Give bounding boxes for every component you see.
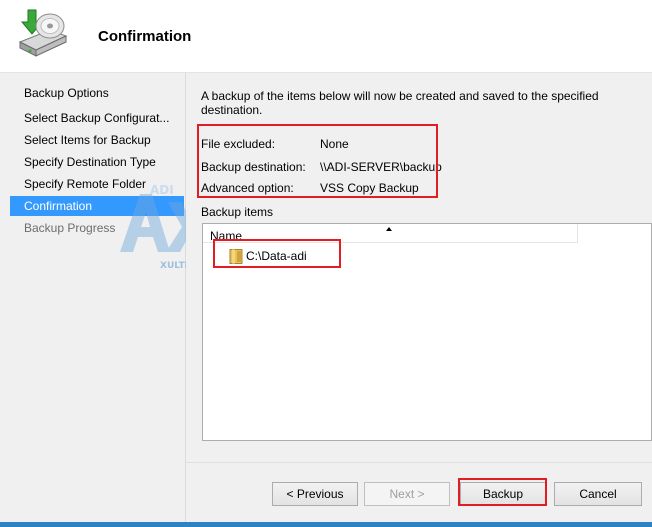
wizard-steps-sidebar: Backup Options Select Backup Configurat.… bbox=[0, 72, 186, 527]
previous-button[interactable]: < Previous bbox=[272, 482, 358, 506]
summary-key: Advanced option: bbox=[201, 181, 294, 195]
window-bottom-border bbox=[0, 522, 652, 527]
sort-ascending-icon bbox=[386, 227, 392, 231]
page-title: Confirmation bbox=[98, 28, 192, 45]
sidebar-item-select-backup-configuration[interactable]: Select Backup Configurat... bbox=[10, 108, 184, 128]
backup-disk-icon bbox=[18, 9, 68, 57]
sidebar-item-backup-progress: Backup Progress bbox=[24, 221, 116, 235]
wizard-footer: < Previous Next > Backup Cancel bbox=[186, 462, 652, 527]
summary-value: \\ADI-SERVER\backup bbox=[320, 160, 442, 174]
cancel-button[interactable]: Cancel bbox=[554, 482, 642, 506]
next-button: Next > bbox=[364, 482, 450, 506]
sidebar-item-remote-folder[interactable]: Specify Remote Folder bbox=[10, 174, 184, 194]
list-item-label: C:\Data-adi bbox=[246, 249, 307, 263]
sidebar-item-confirmation[interactable]: Confirmation bbox=[10, 196, 184, 216]
summary-key: File excluded: bbox=[201, 137, 276, 151]
wizard-header: Confirmation bbox=[0, 0, 652, 72]
summary-key: Backup destination: bbox=[201, 160, 306, 174]
backup-button[interactable]: Backup bbox=[460, 482, 546, 506]
backup-items-list[interactable]: Name C:\Data-adi bbox=[202, 223, 652, 441]
folder-icon bbox=[229, 249, 243, 264]
summary-value: None bbox=[320, 137, 349, 151]
summary-value: VSS Copy Backup bbox=[320, 181, 419, 195]
column-header-label: Name bbox=[210, 229, 243, 243]
confirmation-panel: A backup of the items below will now be … bbox=[186, 72, 652, 462]
column-header-name[interactable]: Name bbox=[203, 224, 578, 243]
sidebar-item-destination-type[interactable]: Specify Destination Type bbox=[10, 152, 184, 172]
list-item[interactable]: C:\Data-adi bbox=[228, 248, 328, 266]
sidebar-item-select-items[interactable]: Select Items for Backup bbox=[10, 130, 184, 150]
backup-items-label: Backup items bbox=[201, 205, 274, 219]
intro-text: A backup of the items below will now be … bbox=[201, 89, 599, 117]
sidebar-item-backup-options[interactable]: Backup Options bbox=[10, 83, 184, 103]
